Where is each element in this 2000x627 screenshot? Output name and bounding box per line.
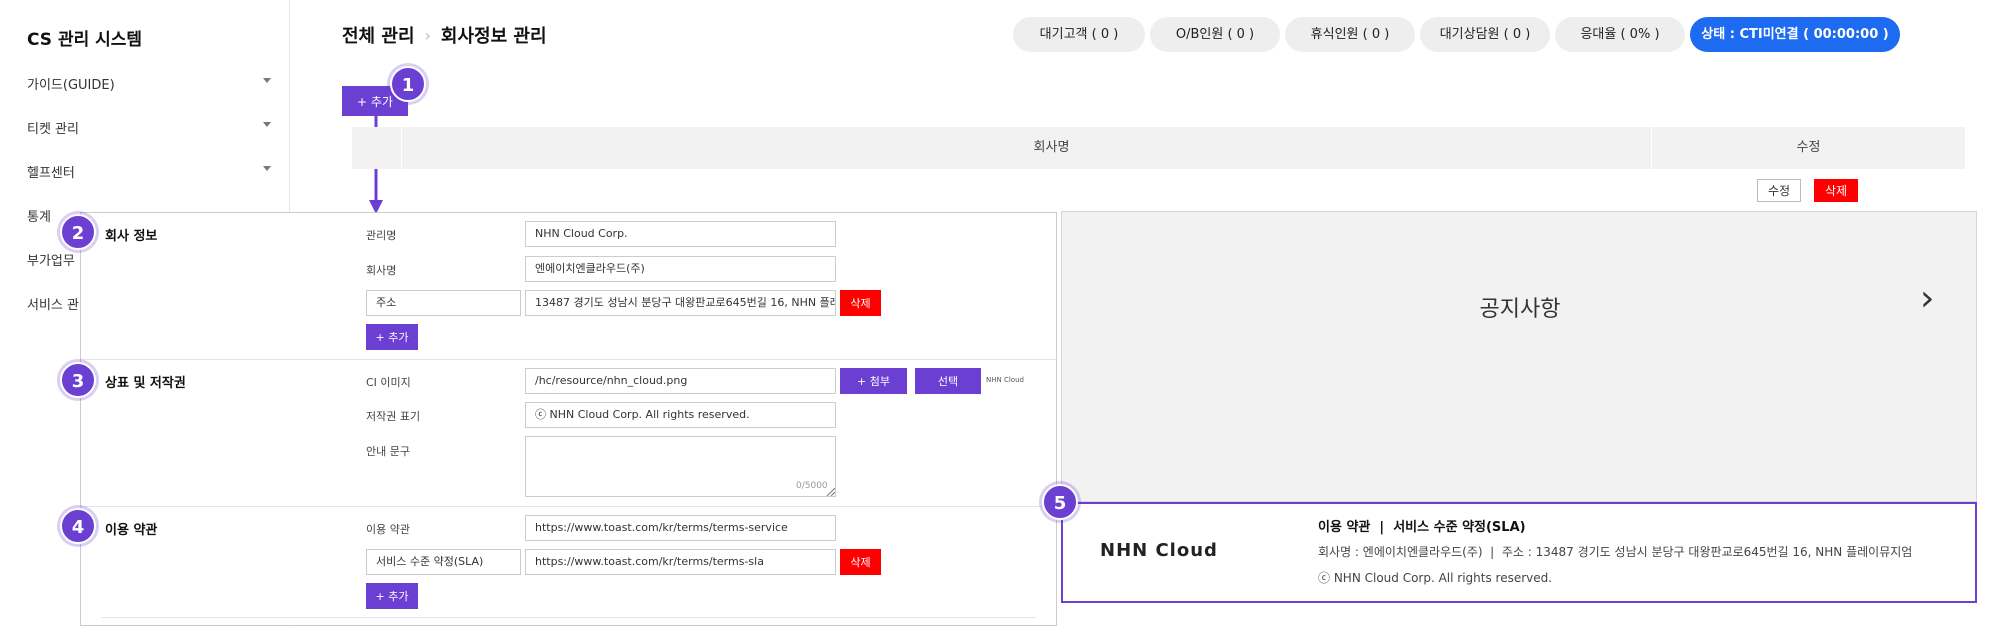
footer-preview: NHN Cloud 이용 약관 | 서비스 수준 약정(SLA) 회사명 : 엔…: [1061, 502, 1977, 603]
section-divider: [81, 506, 1058, 507]
copyright-label: 저작권 표기: [366, 410, 421, 423]
footer-copyright: ⓒ NHN Cloud Corp. All rights reserved.: [1318, 571, 1553, 585]
section-title-company: 회사 정보: [105, 229, 158, 244]
copyright-input[interactable]: ⓒ NHN Cloud Corp. All rights reserved.: [525, 402, 836, 428]
section-divider: [81, 359, 1058, 360]
sidebar-item-label: 서비스 관: [27, 298, 79, 313]
footer-company-line: 회사명 : 엔에이치엔클라우드(주) | 주소 : 13487 경기도 성남시 …: [1318, 545, 1913, 559]
company-info-form: 회사 정보 관리명 NHN Cloud Corp. 회사명 엔에이치엔클라우드(…: [80, 212, 1058, 626]
step-badge-1: 1: [390, 66, 426, 102]
chevron-right-icon: ›: [424, 25, 431, 45]
page-title: 회사정보 관리: [440, 26, 547, 47]
company-name-label: 회사명: [366, 264, 397, 277]
sidebar-item-label: 부가업무: [27, 254, 75, 269]
sidebar-item-label: 통계: [27, 210, 51, 225]
char-counter: 0/5000: [796, 481, 828, 491]
sla-url-input[interactable]: https://www.toast.com/kr/terms/terms-sla: [525, 549, 836, 575]
section-divider: [101, 617, 1036, 618]
sla-label-input[interactable]: 서비스 수준 약정(SLA): [366, 549, 521, 575]
chevron-right-icon[interactable]: ›: [1920, 278, 1934, 319]
sidebar-item-label: 헬프센터: [27, 166, 75, 181]
company-name-input[interactable]: 엔에이치엔클라우드(주): [525, 256, 836, 282]
notice-text-label: 안내 문구: [366, 445, 410, 458]
step-badge-5: 5: [1042, 484, 1078, 520]
idle-agents-pill: 대기상담원 ( 0 ): [1420, 17, 1550, 52]
address-delete-button[interactable]: 삭제: [840, 290, 881, 316]
step-badge-2: 2: [60, 214, 96, 250]
breadcrumb: 전체 관리 › 회사정보 관리: [342, 22, 547, 48]
sidebar-item-label: 티켓 관리: [27, 122, 79, 137]
resize-handle-icon[interactable]: [827, 488, 835, 496]
delete-button[interactable]: 삭제: [1814, 179, 1858, 202]
sidebar-item-helpcenter[interactable]: 헬프센터: [27, 162, 277, 186]
column-header-company: 회사명: [1033, 140, 1070, 155]
app-title: CS 관리 시스템: [27, 30, 143, 50]
manage-name-label: 관리명: [366, 229, 397, 242]
notice-title: 공지사항: [1479, 297, 1561, 322]
breadcrumb-root[interactable]: 전체 관리: [342, 22, 415, 48]
address-label-input[interactable]: 주소: [366, 290, 521, 316]
manage-name-input[interactable]: NHN Cloud Corp.: [525, 221, 836, 247]
section-title-terms: 이용 약관: [105, 523, 158, 538]
column-header-edit: 수정: [1651, 127, 1965, 169]
break-agents-pill: 휴식인원 ( 0 ): [1285, 17, 1415, 52]
select-button[interactable]: 선택: [915, 368, 981, 394]
chevron-down-icon: [263, 166, 271, 171]
sla-delete-button[interactable]: 삭제: [840, 549, 881, 575]
cti-status-button[interactable]: 상태 : CTI미연결 ( 00:00:00 ): [1690, 17, 1900, 52]
answer-rate-pill: 응대율 ( 0% ): [1555, 17, 1685, 52]
ob-agents-pill: O/B인원 ( 0 ): [1150, 17, 1280, 52]
attach-button[interactable]: + 첨부: [840, 368, 907, 394]
table-header: 회사명 수정: [352, 127, 1965, 169]
status-pills: 대기고객 ( 0 ) O/B인원 ( 0 ) 휴식인원 ( 0 ) 대기상담원 …: [1013, 17, 1900, 52]
section-title-trademark: 상표 및 저작권: [105, 376, 186, 391]
edit-button[interactable]: 수정: [1757, 179, 1801, 202]
sidebar-item-ticket[interactable]: 티켓 관리: [27, 118, 277, 142]
address-input[interactable]: 13487 경기도 성남시 분당구 대왕판교로645번길 16, NHN 플레: [525, 290, 836, 316]
terms-add-button[interactable]: + 추가: [366, 583, 418, 609]
footer-links[interactable]: 이용 약관 | 서비스 수준 약정(SLA): [1318, 516, 1526, 535]
checkbox-column-header: [352, 127, 402, 169]
sidebar-item-guide[interactable]: 가이드(GUIDE): [27, 74, 277, 98]
ci-preview-logo: NHN Cloud: [986, 376, 1024, 384]
sidebar-item-label: 가이드(GUIDE): [27, 78, 115, 93]
address-add-button[interactable]: + 추가: [366, 324, 418, 350]
terms-label: 이용 약관: [366, 523, 410, 536]
chevron-down-icon: [263, 122, 271, 127]
step-badge-3: 3: [60, 362, 96, 398]
step-badge-4: 4: [60, 508, 96, 544]
nhn-cloud-logo: NHN Cloud: [1100, 540, 1218, 561]
ci-image-input[interactable]: /hc/resource/nhn_cloud.png: [525, 368, 836, 394]
chevron-down-icon: [263, 78, 271, 83]
notice-panel[interactable]: 공지사항 ›: [1061, 211, 1977, 502]
notice-textarea[interactable]: [525, 436, 836, 497]
ci-image-label: CI 이미지: [366, 376, 411, 389]
terms-url-input[interactable]: https://www.toast.com/kr/terms/terms-ser…: [525, 515, 836, 541]
waiting-customers-pill: 대기고객 ( 0 ): [1013, 17, 1145, 52]
